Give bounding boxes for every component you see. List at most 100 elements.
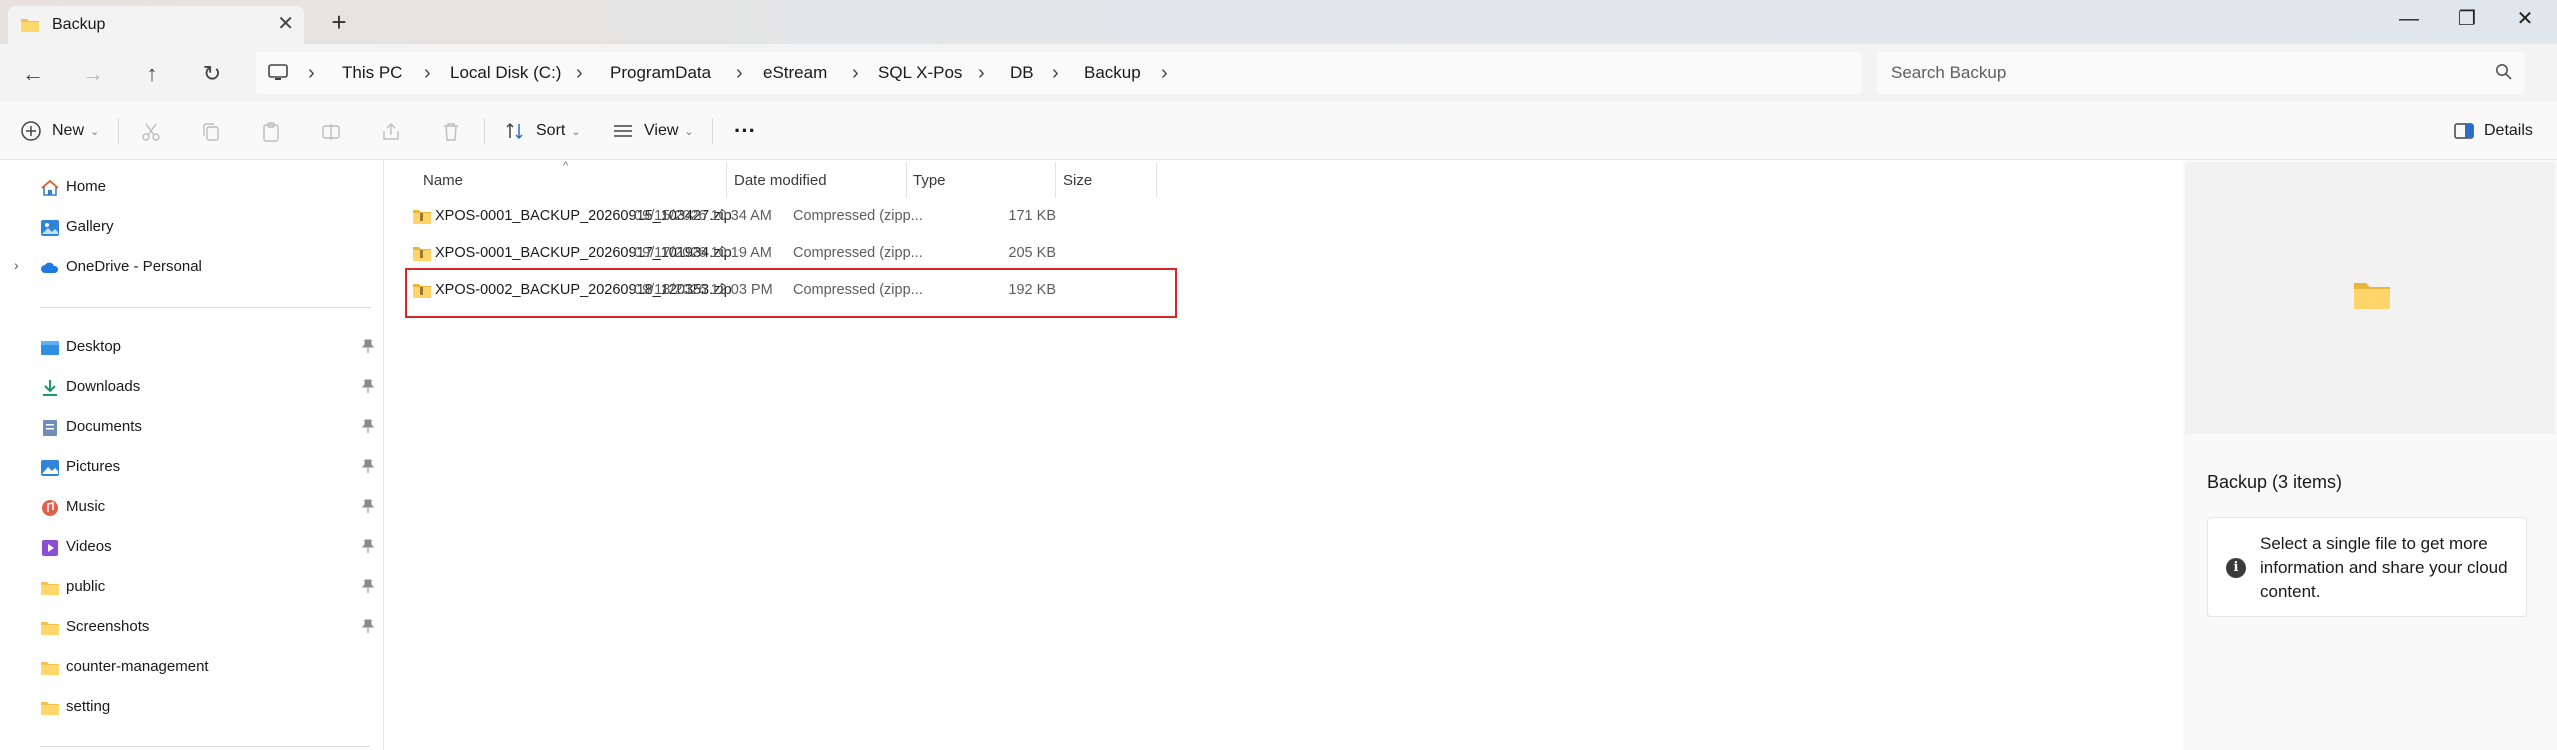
breadcrumb-db[interactable]: DB xyxy=(1010,52,1034,94)
forward-button[interactable]: → xyxy=(75,56,111,92)
sidebar-item-pictures[interactable]: Pictures xyxy=(0,450,384,486)
details-pane: Backup (3 items) i Select a single file … xyxy=(2183,160,2557,750)
zip-folder-icon xyxy=(413,247,431,261)
breadcrumb-separator[interactable]: › xyxy=(424,52,431,94)
sidebar-item-label: Documents xyxy=(66,418,142,435)
preview-area xyxy=(2185,162,2555,434)
pin-icon[interactable] xyxy=(361,339,375,356)
music-icon xyxy=(42,500,58,516)
pin-icon[interactable] xyxy=(361,419,375,436)
search-icon[interactable] xyxy=(2495,63,2513,81)
refresh-button[interactable]: ↻ xyxy=(194,56,230,92)
paste-icon[interactable] xyxy=(260,121,282,143)
desktop-icon xyxy=(41,341,59,355)
address-bar[interactable]: › This PC › Local Disk (C:) › ProgramDat… xyxy=(256,52,1862,94)
column-header-date-modified[interactable]: Date modified xyxy=(734,166,827,196)
sidebar-item-music[interactable]: Music xyxy=(0,490,384,526)
delete-icon[interactable] xyxy=(440,121,462,143)
chevron-down-icon: ⌄ xyxy=(571,125,581,138)
breadcrumb-separator[interactable]: › xyxy=(576,52,583,94)
column-divider[interactable] xyxy=(726,162,727,198)
breadcrumb-separator[interactable]: › xyxy=(736,52,743,94)
new-button[interactable]: New ⌄ xyxy=(20,102,99,160)
sidebar-item-setting[interactable]: setting xyxy=(0,690,384,726)
breadcrumb-sql-x-pos[interactable]: SQL X-Pos xyxy=(878,52,962,94)
toolbar-divider xyxy=(484,118,485,144)
share-icon[interactable] xyxy=(380,121,402,143)
column-divider[interactable] xyxy=(906,162,907,198)
sidebar-item-gallery[interactable]: Gallery xyxy=(0,210,384,246)
folder-icon xyxy=(41,582,59,595)
file-row[interactable]: XPOS-0001_BACKUP_20260915_103427.zip 09/… xyxy=(406,199,1122,235)
breadcrumb-this-pc[interactable]: This PC xyxy=(342,52,402,94)
breadcrumb-local-disk[interactable]: Local Disk (C:) xyxy=(450,52,561,94)
chevron-right-icon[interactable]: › xyxy=(14,257,19,273)
close-window-button[interactable]: ✕ xyxy=(2505,4,2545,34)
column-header-type[interactable]: Type xyxy=(913,166,946,196)
file-row[interactable]: XPOS-0001_BACKUP_20260917_101934.zip 09/… xyxy=(406,236,1122,272)
pin-icon[interactable] xyxy=(361,379,375,396)
column-header-size[interactable]: Size xyxy=(1063,166,1092,196)
tab-backup[interactable]: Backup ✕ xyxy=(8,6,304,44)
sidebar-item-desktop[interactable]: Desktop xyxy=(0,330,384,366)
chevron-down-icon: ⌄ xyxy=(90,125,100,138)
cut-icon[interactable] xyxy=(140,121,162,143)
folder-icon xyxy=(21,19,39,32)
search-placeholder: Search Backup xyxy=(1891,63,2007,82)
sidebar-item-onedrive[interactable]: › OneDrive - Personal xyxy=(0,250,384,286)
sidebar-item-documents[interactable]: Documents xyxy=(0,410,384,446)
command-bar: New ⌄ Sort ⌄ View ⌄ ··· Details xyxy=(0,102,2557,160)
pin-icon[interactable] xyxy=(361,539,375,556)
file-size: 205 KB xyxy=(1008,245,1056,261)
sidebar-item-videos[interactable]: Videos xyxy=(0,530,384,566)
breadcrumb-separator[interactable]: › xyxy=(308,52,315,94)
folder-icon xyxy=(2354,283,2390,309)
copy-icon[interactable] xyxy=(200,121,222,143)
sidebar-item-screenshots[interactable]: Screenshots xyxy=(0,610,384,646)
folder-icon xyxy=(41,702,59,715)
breadcrumb-backup[interactable]: Backup xyxy=(1084,52,1141,94)
breadcrumb-programdata[interactable]: ProgramData xyxy=(610,52,711,94)
details-title: Backup (3 items) xyxy=(2207,472,2343,492)
documents-icon xyxy=(43,420,57,436)
new-tab-button[interactable]: + xyxy=(326,6,352,38)
pin-icon[interactable] xyxy=(361,619,375,636)
sidebar-item-home[interactable]: Home xyxy=(0,170,384,206)
file-size: 171 KB xyxy=(1008,208,1056,224)
breadcrumb-separator[interactable]: › xyxy=(1052,52,1059,94)
zip-folder-icon xyxy=(413,210,431,224)
restore-button[interactable]: ❐ xyxy=(2447,4,2487,34)
search-input[interactable]: Search Backup xyxy=(1877,52,2525,94)
column-divider[interactable] xyxy=(1156,162,1157,198)
back-button[interactable]: ← xyxy=(15,56,51,92)
file-type: Compressed (zipp... xyxy=(793,208,923,224)
tab-close-icon[interactable]: ✕ xyxy=(277,12,294,36)
column-divider[interactable] xyxy=(1055,162,1056,198)
sidebar-item-public[interactable]: public xyxy=(0,570,384,606)
home-icon xyxy=(41,179,59,196)
breadcrumb-separator[interactable]: › xyxy=(978,52,985,94)
breadcrumb-separator[interactable]: › xyxy=(1161,52,1168,94)
pin-icon[interactable] xyxy=(361,459,375,476)
rename-icon[interactable] xyxy=(320,121,342,143)
sidebar-item-label: Downloads xyxy=(66,378,141,395)
navigation-pane: Home Gallery › OneDrive - Personal Deskt… xyxy=(0,160,384,750)
sidebar-item-label: Desktop xyxy=(66,338,122,355)
pin-icon[interactable] xyxy=(361,579,375,596)
breadcrumb-separator[interactable]: › xyxy=(852,52,859,94)
breadcrumb-estream[interactable]: eStream xyxy=(763,52,827,94)
view-button[interactable]: View ⌄ xyxy=(612,102,694,160)
details-button[interactable]: Details xyxy=(2454,102,2533,160)
column-header-name[interactable]: Name xyxy=(423,166,463,196)
pin-icon[interactable] xyxy=(361,499,375,516)
sidebar-item-counter-management[interactable]: counter-management xyxy=(0,650,384,686)
sidebar-item-downloads[interactable]: Downloads xyxy=(0,370,384,406)
more-options-button[interactable]: ··· xyxy=(734,102,756,160)
tab-title: Backup xyxy=(52,16,106,33)
sort-button[interactable]: Sort ⌄ xyxy=(504,102,581,160)
sidebar-item-label: Screenshots xyxy=(66,618,150,635)
file-list: ^ Name Date modified Type Size XPOS-0001… xyxy=(385,160,2183,750)
minimize-button[interactable]: — xyxy=(2389,4,2429,34)
sidebar-divider xyxy=(40,746,370,747)
up-button[interactable]: ↑ xyxy=(134,56,170,92)
